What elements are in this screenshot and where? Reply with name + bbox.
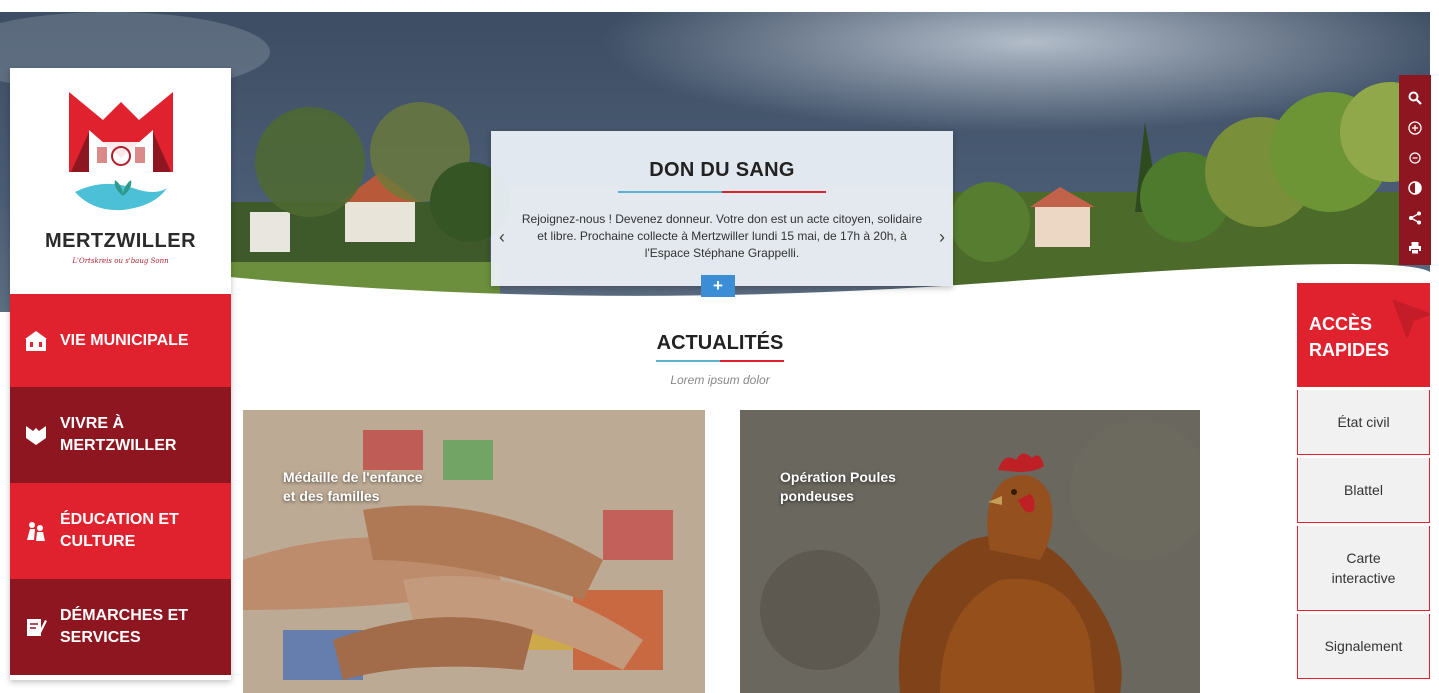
print-icon[interactable] [1404,237,1426,259]
nav-item-label: ÉDUCATION ET CULTURE [60,511,179,550]
share-icon[interactable] [1404,207,1426,229]
logo-title: MERTZWILLER [44,230,197,252]
news-card[interactable]: Opération Poules pondeuses [740,410,1200,693]
quick-link-blattel[interactable]: Blattel [1297,458,1430,523]
nav-item-label: VIE MUNICIPALE [60,331,189,349]
nav-item-education-et-culture[interactable]: ÉDUCATION ET CULTURE [10,483,231,579]
news-card[interactable]: Médaille de l'enfance et des familles [243,410,705,693]
slider-next-button[interactable]: › [939,227,945,248]
site-logo[interactable]: MERTZWILLER L'Ortskreis ou s'baug Sonn [10,68,231,294]
news-title-underline [656,360,784,363]
slider-title-underline [618,191,826,194]
news-card-title: Opération Poules pondeuses [780,469,896,504]
accessibility-toolbar [1399,75,1431,265]
contrast-icon[interactable] [1404,177,1426,199]
hen-image [740,410,1200,693]
cursor-icon [1392,299,1430,339]
zoom-in-icon[interactable] [1404,117,1426,139]
nav-item-vivre-a-mertzwiller[interactable]: VIVRE À MERTZWILLER [10,387,231,483]
slider-prev-button[interactable]: ‹ [499,227,505,248]
hands-stacked-image [243,410,705,693]
slider-text: Rejoignez-nous ! Devenez donneur. Votre … [521,212,923,260]
news-section-subtitle: Lorem ipsum dolor [670,373,770,387]
zoom-out-icon[interactable] [1404,147,1426,169]
nav-item-vie-municipale[interactable]: VIE MUNICIPALE [10,294,231,387]
heart-shield-icon [24,423,48,447]
featured-news-slider: DON DU SANG Rejoignez-nous ! Devenez don… [491,131,953,297]
nav-item-label: DÉMARCHES ET SERVICES [60,607,189,646]
news-section-title: ACTUALITÉS [656,332,784,354]
quick-access-panel: ACCÈS RAPIDES État civil Blattel Carte i… [1297,283,1430,679]
quick-access-title: ACCÈS RAPIDES [1297,283,1430,387]
mertzwiller-logo-icon [68,92,173,211]
nav-item-demarches-et-services[interactable]: DÉMARCHES ET SERVICES [10,579,231,675]
quick-link-signalement[interactable]: Signalement [1297,614,1430,679]
sidebar: MERTZWILLER L'Ortskreis ou s'baug Sonn V… [10,68,231,680]
quick-link-etat-civil[interactable]: État civil [1297,390,1430,455]
news-card-title: Médaille de l'enfance et des familles [283,469,423,504]
nav-item-label: VIVRE À MERTZWILLER [60,415,177,454]
logo-tagline: L'Ortskreis ou s'baug Sonn [72,257,169,265]
slider-title: DON DU SANG [649,159,795,181]
quick-access-title-text: ACCÈS RAPIDES [1309,314,1390,360]
people-icon [24,519,48,543]
quick-link-carte-interactive[interactable]: Carte interactive [1297,526,1430,611]
document-pen-icon [24,615,48,639]
search-icon[interactable] [1404,87,1426,109]
slider-more-button[interactable]: + [701,275,735,297]
town-hall-icon [24,329,48,353]
